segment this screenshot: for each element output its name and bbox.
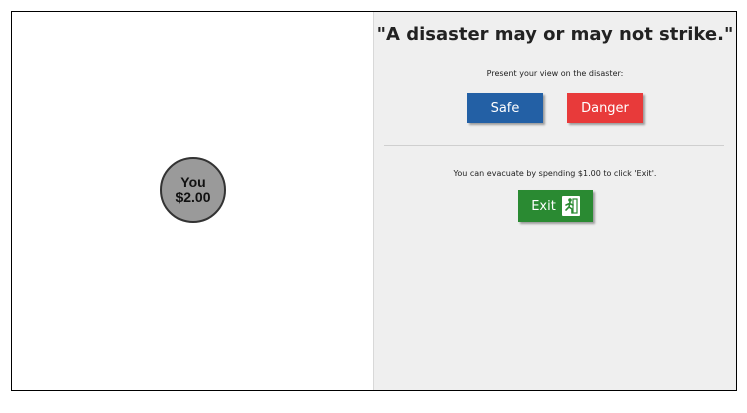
exit-button[interactable]: Exit [518, 190, 593, 222]
danger-button-label: Danger [581, 100, 629, 116]
divider [384, 145, 724, 146]
danger-button[interactable]: Danger [567, 93, 643, 123]
exit-button-label: Exit [531, 198, 556, 214]
view-prompt: Present your view on the disaster: [486, 69, 624, 78]
game-frame: You $2.00 "A disaster may or may not str… [11, 11, 737, 391]
player-balance: $2.00 [175, 189, 211, 205]
network-panel: You $2.00 [12, 12, 373, 390]
player-label: You [180, 174, 206, 190]
control-panel: "A disaster may or may not strike." Pres… [373, 12, 736, 390]
safe-button[interactable]: Safe [467, 93, 543, 123]
safe-button-label: Safe [490, 100, 520, 116]
running-man-exit-icon [561, 196, 580, 216]
disaster-headline: "A disaster may or may not strike." [376, 24, 734, 45]
evacuate-instructions: You can evacuate by spending $1.00 to cl… [453, 169, 657, 178]
player-node: You $2.00 [160, 157, 226, 223]
